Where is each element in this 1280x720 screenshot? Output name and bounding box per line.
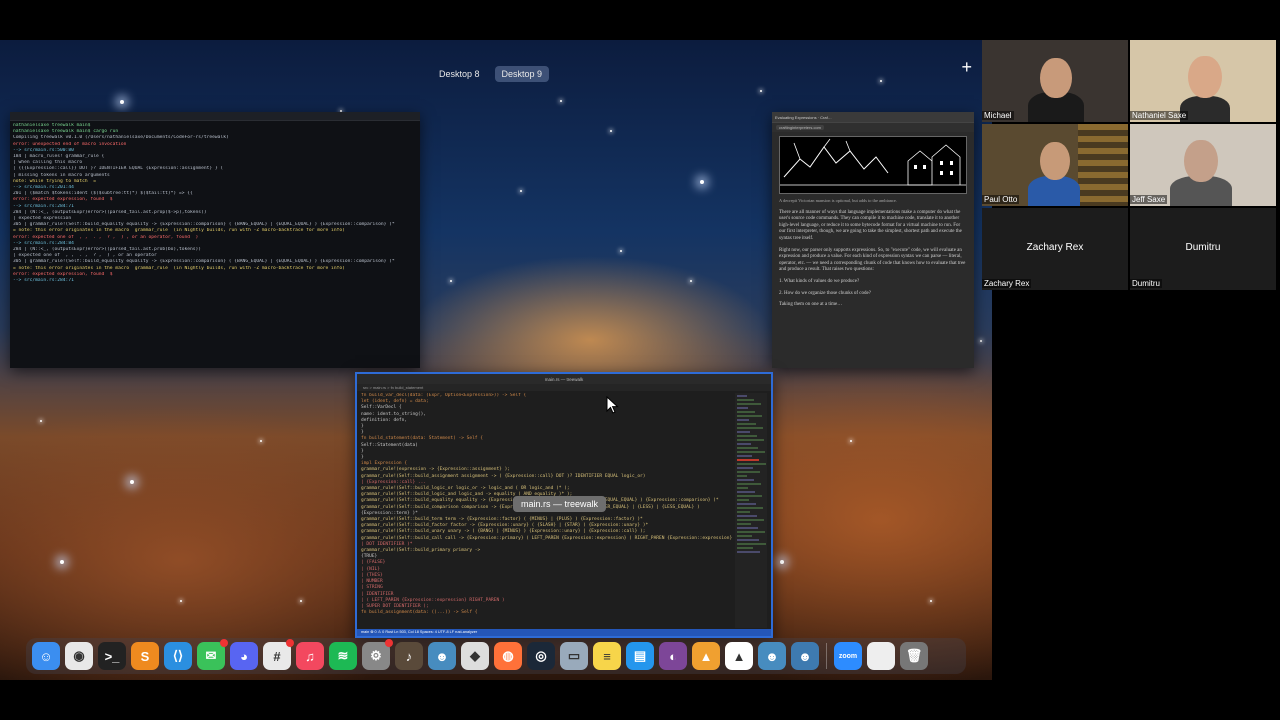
participant-gallery: Michael Nathaniel Saxe Paul Otto Jeff Sa… bbox=[982, 40, 1280, 290]
vscode-icon[interactable]: ⟨⟩ bbox=[164, 642, 192, 670]
editor-window[interactable]: main.rs — treewalk src > main.rs > fn bu… bbox=[355, 372, 773, 638]
participant-video bbox=[1040, 142, 1070, 180]
image-caption: A decrepit Victorian mansion is optional… bbox=[779, 198, 897, 203]
participant-name-center: Zachary Rex bbox=[1026, 242, 1084, 253]
space-desktop-9[interactable]: Desktop 9 bbox=[494, 66, 550, 82]
article-paragraph: There are all manner of ways that langua… bbox=[779, 209, 962, 241]
article-list-item: 2. How do we organize those chunks of co… bbox=[779, 290, 871, 296]
space-desktop-8[interactable]: Desktop 8 bbox=[432, 66, 487, 82]
terminal-window[interactable]: nathanielsaxe treewalk main$ nathanielsax… bbox=[10, 112, 420, 368]
add-space-icon[interactable]: + bbox=[961, 58, 972, 76]
terminal-icon[interactable]: >_ bbox=[98, 642, 126, 670]
participant-tile[interactable]: Michael bbox=[982, 40, 1128, 122]
participant-tile[interactable]: Nathaniel Saxe bbox=[1130, 40, 1276, 122]
article-list-item: 1. What kinds of values do we produce? bbox=[779, 278, 860, 284]
docker-icon[interactable]: ▤ bbox=[626, 642, 654, 670]
vlc-icon[interactable]: ▲ bbox=[692, 642, 720, 670]
code-line[interactable]: fn build_assignment(data: ((...)) -> Sel… bbox=[361, 610, 737, 616]
article-paragraph: Right now, our parser only supports expr… bbox=[779, 247, 966, 273]
notes-icon[interactable]: ≡ bbox=[593, 642, 621, 670]
editor-title-bar[interactable]: main.rs — treewalk bbox=[357, 374, 771, 384]
browser-window[interactable]: Evaluating Expressions · Craf… craftingi… bbox=[772, 112, 974, 368]
participant-name: Dumitru bbox=[1130, 279, 1163, 288]
chrome-icon[interactable]: ◉ bbox=[65, 642, 93, 670]
participant-video bbox=[1184, 140, 1218, 182]
godot-3-icon[interactable]: ☻ bbox=[791, 642, 819, 670]
messages-icon[interactable]: ✉ bbox=[197, 639, 228, 670]
firefox-icon[interactable]: ◍ bbox=[494, 642, 522, 670]
trash-icon[interactable]: 🗑 bbox=[900, 642, 928, 670]
participant-name: Paul Otto bbox=[982, 195, 1020, 204]
participant-tile[interactable]: Zachary Rex Zachary Rex bbox=[982, 208, 1128, 290]
browser-tab-bar[interactable]: Evaluating Expressions · Craf… bbox=[772, 112, 974, 122]
participant-tile[interactable]: Paul Otto bbox=[982, 124, 1128, 206]
zoom-icon[interactable]: zoom bbox=[834, 642, 862, 670]
code-line[interactable]: grammar_rule!(Self::build_call call -> {… bbox=[361, 536, 738, 542]
godot-2-icon[interactable]: ☻ bbox=[758, 642, 786, 670]
sublime-icon[interactable]: S bbox=[131, 642, 159, 670]
participant-tile[interactable]: Dumitru Dumitru bbox=[1130, 208, 1276, 290]
spotify-icon[interactable]: ≋ bbox=[329, 642, 357, 670]
document-icon[interactable] bbox=[867, 642, 895, 670]
tor-icon[interactable]: ◐ bbox=[659, 642, 687, 670]
terminal-output: nathanielsaxe treewalk main$ nathanielsax… bbox=[10, 121, 420, 286]
terminal-line: 305 | grammar_rule!(Self::build_equality… bbox=[13, 259, 395, 265]
participant-video bbox=[1040, 58, 1072, 98]
browser-address-bar[interactable]: craftinginterpreters.com bbox=[772, 122, 974, 132]
participant-name: Michael bbox=[982, 111, 1014, 120]
participant-name: Zachary Rex bbox=[982, 279, 1032, 288]
slack-icon[interactable]: # bbox=[263, 639, 294, 670]
dock: ☺ ◉ >_ S ⟨⟩ ✉ ◕ # ♫ ≋ ⚙ ♪ ☻ ◆ ◍ ◎ ▭ ≡ ▤ ◐ ▲ ▲ ☻ ☻ zoom 🗑 bbox=[26, 638, 966, 674]
participant-video bbox=[1188, 56, 1222, 98]
article-paragraph: Taking them on one at a time… bbox=[779, 302, 843, 308]
shared-screen: Desktop 8 Desktop 9 + nathanielsaxe tree… bbox=[0, 40, 992, 680]
mansion-illustration bbox=[779, 136, 967, 194]
system-preferences-icon[interactable]: ⚙ bbox=[362, 639, 393, 670]
participant-tile[interactable]: Jeff Saxe bbox=[1130, 124, 1276, 206]
mission-control-spaces: Desktop 8 Desktop 9 bbox=[432, 66, 550, 82]
browser-tab[interactable]: Evaluating Expressions · Craf… bbox=[775, 115, 832, 120]
minimap[interactable] bbox=[735, 393, 767, 628]
discord-icon[interactable]: ◕ bbox=[230, 642, 258, 670]
participant-name: Nathaniel Saxe bbox=[1130, 111, 1189, 120]
window-title-tooltip: main.rs — treewalk bbox=[513, 496, 607, 512]
instruments-icon[interactable]: ♪ bbox=[395, 642, 423, 670]
godot-icon[interactable]: ☻ bbox=[428, 642, 456, 670]
music-icon[interactable]: ♫ bbox=[296, 642, 324, 670]
nordvpn-icon[interactable]: ▲ bbox=[725, 642, 753, 670]
editor-breadcrumb[interactable]: src > main.rs > fn build_statement bbox=[357, 384, 771, 391]
preview-icon[interactable]: ▭ bbox=[560, 642, 588, 670]
participant-video bbox=[1028, 176, 1080, 206]
url-text[interactable]: craftinginterpreters.com bbox=[776, 125, 825, 130]
article-body: A decrepit Victorian mansion is optional… bbox=[772, 198, 974, 309]
editor-title: main.rs — treewalk bbox=[544, 376, 584, 382]
participant-name: Jeff Saxe bbox=[1130, 195, 1168, 204]
terminal-title-bar[interactable] bbox=[10, 112, 420, 121]
steam-icon[interactable]: ◎ bbox=[527, 642, 555, 670]
unity-icon[interactable]: ◆ bbox=[461, 642, 489, 670]
finder-icon[interactable]: ☺ bbox=[32, 642, 60, 670]
participant-name-center: Dumitru bbox=[1185, 242, 1221, 253]
terminal-line: --> src/main.rs:284:71 bbox=[13, 278, 74, 284]
mouse-pointer-icon bbox=[606, 396, 619, 414]
editor-status-bar[interactable]: main ⊗ 0 ⚠ 0 Rust Ln 503, Col 18 Spaces:… bbox=[357, 629, 771, 636]
